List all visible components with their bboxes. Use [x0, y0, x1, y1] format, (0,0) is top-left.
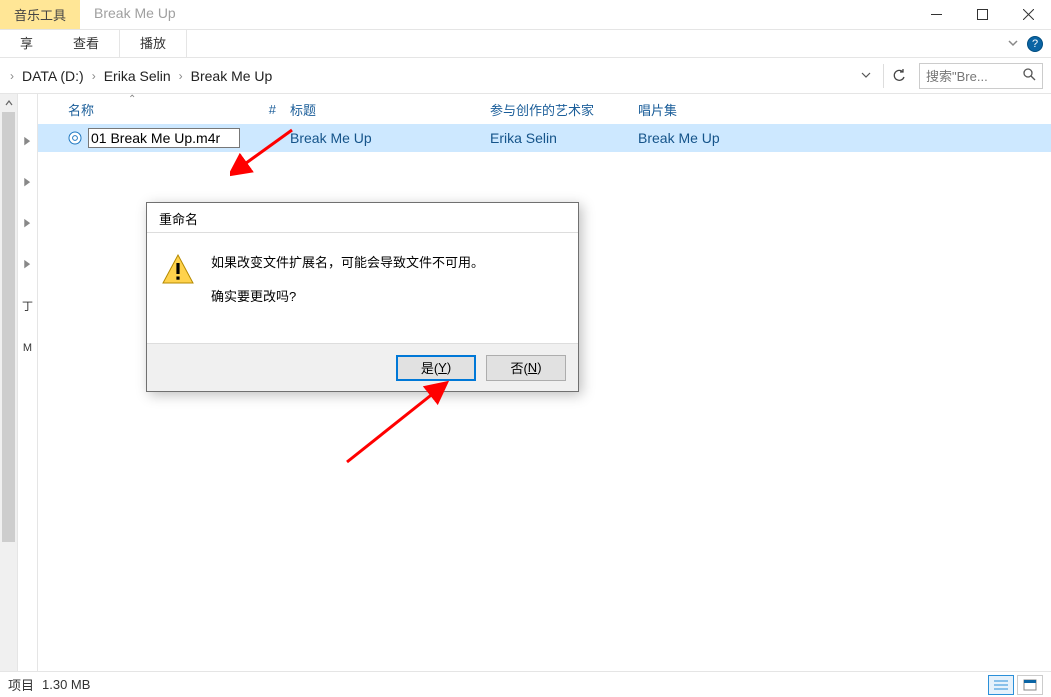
- window-title: Break Me Up: [80, 0, 913, 29]
- window-controls: [913, 0, 1051, 29]
- column-header-title[interactable]: 标题: [290, 100, 490, 119]
- ribbon-tab-view[interactable]: 查看: [53, 30, 119, 57]
- tree-caret-icon[interactable]: ▶: [25, 134, 31, 147]
- cell-album: Break Me Up: [638, 130, 798, 146]
- tree-caret-icon[interactable]: ▶: [25, 216, 31, 229]
- status-item-count: 项目: [8, 675, 34, 694]
- breadcrumb-item[interactable]: Erika Selin: [102, 68, 173, 84]
- dialog-message: 如果改变文件扩展名，可能会导致文件不可用。 确实要更改吗?: [211, 253, 484, 325]
- maximize-button[interactable]: [959, 0, 1005, 29]
- column-header-album[interactable]: 唱片集: [638, 100, 798, 119]
- column-header-name[interactable]: 名称 ⌃: [68, 100, 238, 119]
- cell-title: Break Me Up: [290, 130, 490, 146]
- column-header-artist[interactable]: 参与创作的艺术家: [490, 100, 638, 119]
- nav-tree-collapsed: ▶ ▶ ▶ ▶ 丁 M: [18, 94, 38, 671]
- chevron-right-icon[interactable]: ›: [4, 69, 20, 83]
- cell-artist: Erika Selin: [490, 130, 638, 146]
- search-placeholder: 搜索"Bre...: [926, 66, 988, 85]
- yes-button[interactable]: 是(Y): [396, 355, 476, 381]
- status-size: 1.30 MB: [42, 677, 90, 692]
- rename-input[interactable]: [88, 128, 240, 148]
- main-content: ▶ ▶ ▶ ▶ 丁 M 名称 ⌃ # 标题 参与创作的艺术家 唱片集 Bre: [0, 94, 1051, 671]
- column-header-number[interactable]: #: [238, 102, 290, 117]
- tree-caret-icon[interactable]: ▶: [25, 175, 31, 188]
- help-icon[interactable]: ?: [1027, 36, 1043, 52]
- tree-node-marker[interactable]: M: [23, 342, 32, 354]
- tree-node-marker[interactable]: 丁: [22, 298, 33, 314]
- dialog-title: 重命名: [147, 203, 578, 233]
- warning-icon: [161, 253, 195, 287]
- file-list-area: 名称 ⌃ # 标题 参与创作的艺术家 唱片集 Break Me Up Erika…: [38, 94, 1051, 671]
- refresh-button[interactable]: [883, 64, 913, 88]
- search-icon: [1023, 68, 1036, 84]
- tree-caret-icon[interactable]: ▶: [25, 257, 31, 270]
- rename-confirm-dialog: 重命名 如果改变文件扩展名，可能会导致文件不可用。 确实要更改吗? 是(Y) 否…: [146, 202, 579, 392]
- nav-scrollbar[interactable]: [0, 94, 18, 671]
- ribbon-tab-share[interactable]: 享: [0, 30, 53, 57]
- address-bar-row: › DATA (D:) › Erika Selin › Break Me Up …: [0, 58, 1051, 94]
- ribbon-tabs: 享 查看 播放 ?: [0, 30, 1051, 58]
- column-headers: 名称 ⌃ # 标题 参与创作的艺术家 唱片集: [38, 94, 1051, 124]
- audio-file-icon: [68, 130, 82, 146]
- ribbon-expand-icon[interactable]: [1007, 37, 1019, 52]
- chevron-right-icon[interactable]: ›: [86, 69, 102, 83]
- scroll-up-arrow[interactable]: [0, 94, 17, 112]
- breadcrumb-item[interactable]: DATA (D:): [20, 68, 86, 84]
- icons-view-button[interactable]: [1017, 675, 1043, 695]
- no-button[interactable]: 否(N): [486, 355, 566, 381]
- address-dropdown-icon[interactable]: [853, 68, 879, 83]
- breadcrumb[interactable]: › DATA (D:) › Erika Selin › Break Me Up: [0, 68, 853, 84]
- status-bar: 项目 1.30 MB: [0, 671, 1051, 697]
- details-view-button[interactable]: [988, 675, 1014, 695]
- scrollbar-thumb[interactable]: [2, 112, 15, 542]
- table-row[interactable]: Break Me Up Erika Selin Break Me Up: [38, 124, 1051, 152]
- ribbon-tab-play[interactable]: 播放: [119, 30, 187, 57]
- breadcrumb-item[interactable]: Break Me Up: [189, 68, 275, 84]
- close-button[interactable]: [1005, 0, 1051, 29]
- title-bar: 音乐工具 Break Me Up: [0, 0, 1051, 30]
- context-tool-tab[interactable]: 音乐工具: [0, 0, 80, 29]
- chevron-right-icon[interactable]: ›: [173, 69, 189, 83]
- search-input[interactable]: 搜索"Bre...: [919, 63, 1043, 89]
- minimize-button[interactable]: [913, 0, 959, 29]
- sort-ascending-icon: ⌃: [128, 94, 136, 105]
